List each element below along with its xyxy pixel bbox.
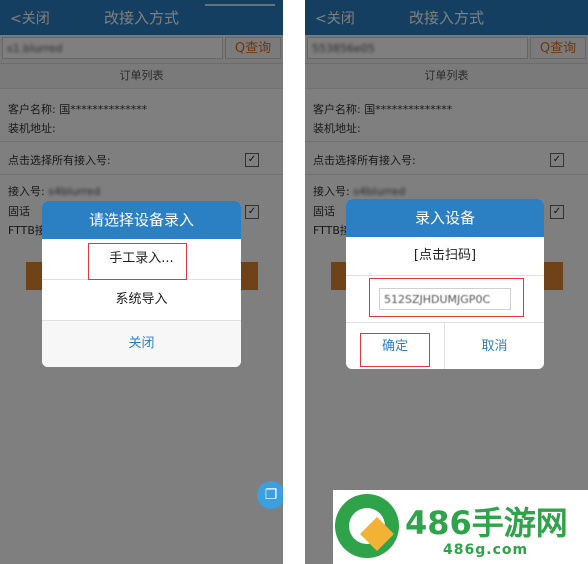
- dialog-title: 录入设备: [346, 199, 544, 237]
- system-import-option[interactable]: 系统导入: [42, 279, 241, 320]
- device-entry-dialog: 请选择设备录入 手工录入... 系统导入 关闭: [42, 201, 241, 367]
- site-watermark: 486手游网 486g.com: [333, 490, 588, 564]
- highlight-box: [88, 243, 187, 280]
- watermark-url: 486g.com: [443, 542, 529, 558]
- site-logo-icon: [335, 494, 399, 558]
- floating-window-icon[interactable]: ❐: [257, 481, 283, 509]
- panel-gap: [283, 0, 305, 564]
- left-phone-screen: <关闭 改接入方式 s1.blurred Q查询 订单列表 客户名称: 国***…: [0, 0, 283, 564]
- watermark-title: 486手游网: [405, 504, 568, 542]
- scan-code-button[interactable]: [点击扫码]: [346, 237, 544, 275]
- highlight-box: [369, 278, 524, 317]
- dialog-title: 请选择设备录入: [42, 201, 241, 239]
- close-dialog-button[interactable]: 关闭: [42, 320, 241, 367]
- right-phone-screen: <关闭 改接入方式 553856e05 Q查询 订单列表 客户名称: 国****…: [305, 0, 588, 564]
- cancel-button[interactable]: 取消: [445, 323, 544, 369]
- highlight-box: [360, 333, 430, 367]
